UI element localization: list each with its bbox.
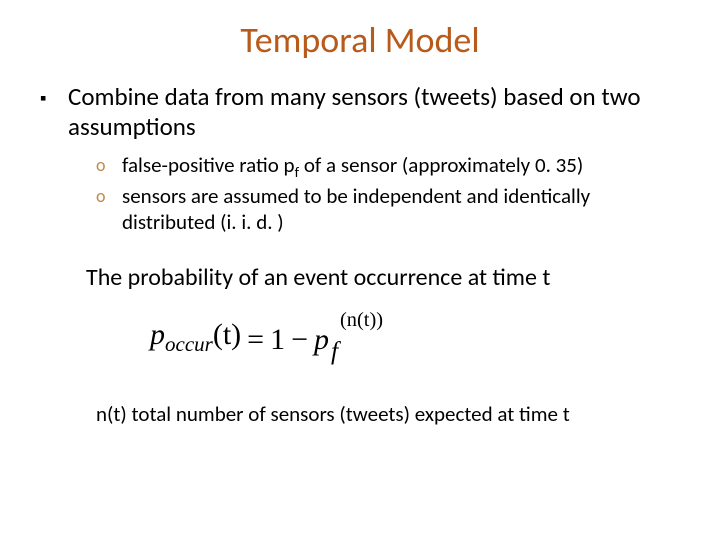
probability-statement: The probability of an event occurrence a…	[40, 263, 680, 292]
formula-minus: −	[285, 323, 314, 357]
slide: Temporal Model ▪ Combine data from many …	[0, 0, 720, 540]
formula-one: 1	[270, 323, 285, 357]
bullet-text: Combine data from many sensors (tweets) …	[68, 82, 680, 141]
sub-bullet: o false-positive ratio pf of a sensor (a…	[96, 153, 680, 182]
slide-body: ▪ Combine data from many sensors (tweets…	[0, 62, 720, 427]
formula-rhs: pf (n(t))	[314, 323, 336, 357]
formula-lhs-p: p	[150, 318, 165, 351]
sub-bullet-marker: o	[96, 184, 122, 208]
formula-caption: n(t) total number of sensors (tweets) ex…	[40, 401, 680, 427]
sub-bullet-text: sensors are assumed to be independent an…	[122, 184, 680, 235]
bullet-main: ▪ Combine data from many sensors (tweets…	[40, 82, 680, 141]
slide-title: Temporal Model	[0, 0, 720, 62]
formula-rhs-p: p	[314, 323, 329, 356]
formula-rhs-sub: f	[331, 336, 338, 365]
formula-lhs: poccur(t)	[150, 318, 241, 357]
sub-bullet-marker: o	[96, 153, 122, 177]
formula-eq: =	[241, 323, 270, 357]
sub-bullet-list: o false-positive ratio pf of a sensor (a…	[40, 149, 680, 235]
formula: poccur(t) = 1 − pf (n(t))	[40, 318, 680, 357]
sub-bullet: o sensors are assumed to be independent …	[96, 184, 680, 235]
formula-lhs-sub: occur	[165, 332, 213, 356]
bullet-marker: ▪	[40, 82, 68, 109]
formula-rhs-sup: (n(t))	[340, 309, 383, 332]
sub-bullet-text: false-positive ratio pf of a sensor (app…	[122, 153, 583, 182]
formula-lhs-arg: (t)	[213, 318, 241, 351]
